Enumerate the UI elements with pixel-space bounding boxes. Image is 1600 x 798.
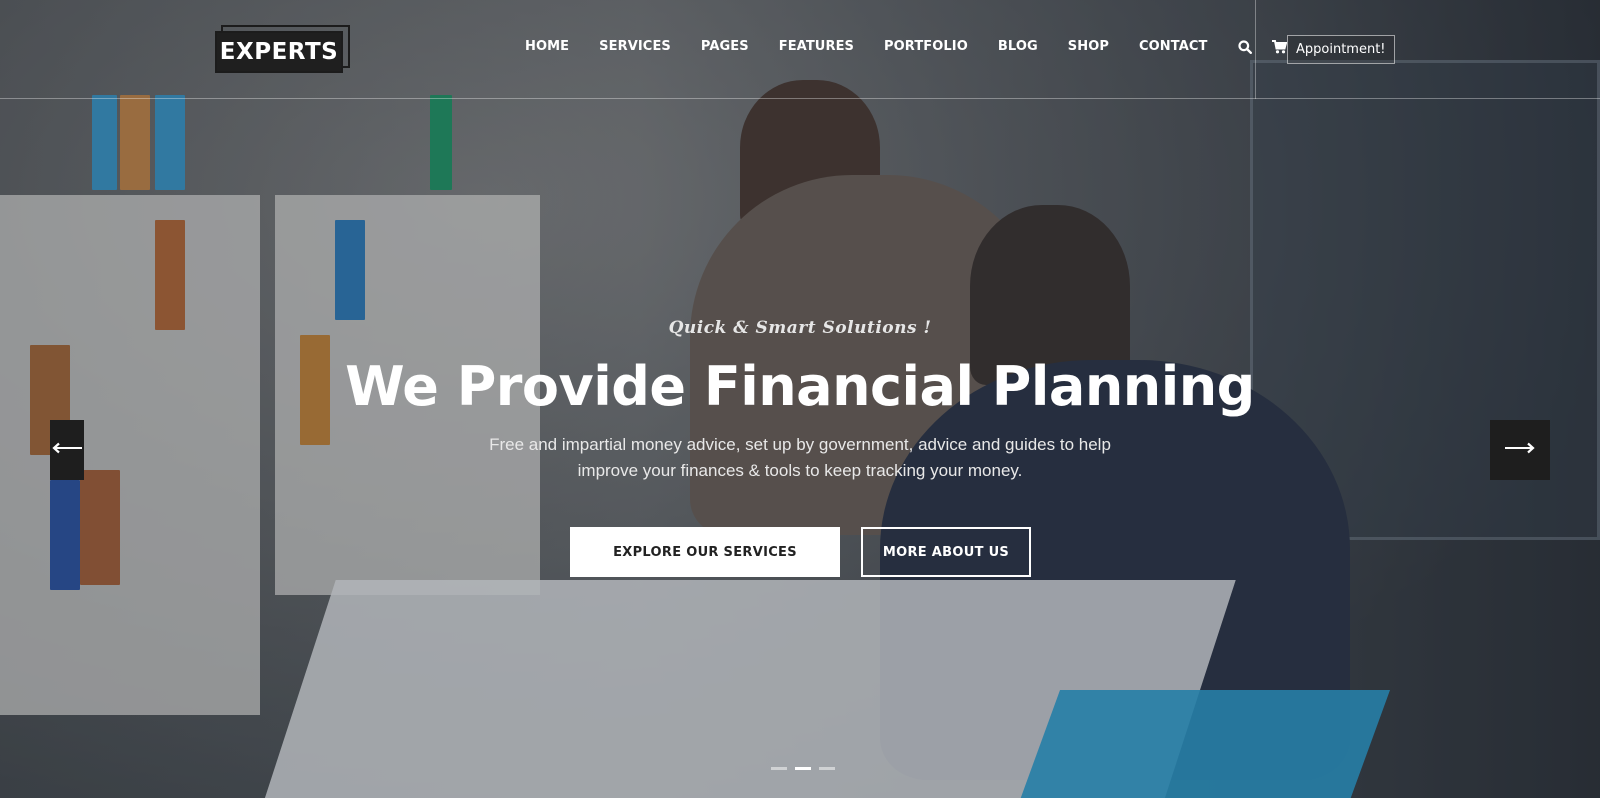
hero-description: Free and impartial money advice, set up … (0, 432, 1600, 484)
arrow-right-icon (1505, 441, 1535, 459)
slider-dot-active[interactable] (795, 767, 811, 770)
hero-headline: We Provide Financial Planning (345, 355, 1255, 418)
slider-dot[interactable] (771, 767, 787, 770)
header-divider (1255, 0, 1256, 99)
more-about-us-button[interactable]: MORE ABOUT US (861, 527, 1031, 577)
logo-plate: EXPERTS (215, 31, 343, 73)
nav-portfolio[interactable]: PORTFOLIO (884, 39, 968, 54)
slider-next-button[interactable] (1490, 420, 1550, 480)
main-nav: HOME SERVICES PAGES FEATURES PORTFOLIO B… (525, 39, 1307, 54)
nav-blog[interactable]: BLOG (998, 39, 1038, 54)
hero-tagline: Quick & Smart Solutions ! (668, 318, 932, 338)
slider-prev-button[interactable] (50, 420, 84, 480)
logo[interactable]: EXPERTS (215, 25, 350, 73)
arrow-left-icon (52, 441, 82, 459)
appointment-button[interactable]: Appointment! (1287, 35, 1395, 64)
logo-text: EXPERTS (219, 39, 339, 65)
hero-description-line-2: improve your finances & tools to keep tr… (577, 461, 1023, 480)
nav-services[interactable]: SERVICES (599, 39, 671, 54)
slider-pagination (771, 767, 835, 770)
cart-icon[interactable] (1271, 39, 1287, 54)
nav-home[interactable]: HOME (525, 39, 569, 54)
nav-contact[interactable]: CONTACT (1139, 39, 1208, 54)
search-icon[interactable] (1237, 39, 1252, 54)
nav-features[interactable]: FEATURES (779, 39, 854, 54)
nav-shop[interactable]: SHOP (1068, 39, 1109, 54)
explore-services-button[interactable]: EXPLORE OUR SERVICES (570, 527, 840, 577)
site-header: EXPERTS HOME SERVICES PAGES FEATURES POR… (0, 0, 1600, 99)
nav-pages[interactable]: PAGES (701, 39, 749, 54)
slider-dot[interactable] (819, 767, 835, 770)
hero-description-line-1: Free and impartial money advice, set up … (489, 435, 1111, 454)
